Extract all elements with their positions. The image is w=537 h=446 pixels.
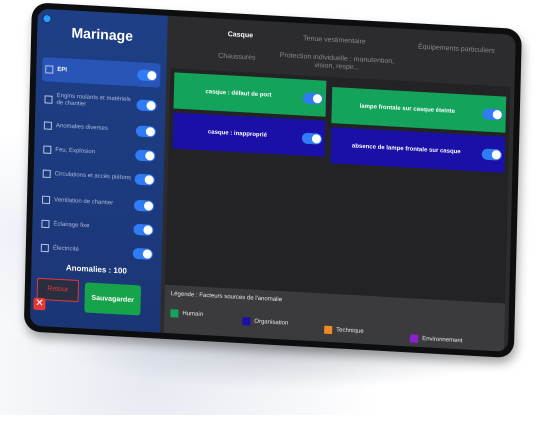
category-toggle[interactable] bbox=[136, 98, 157, 112]
anomaly-card[interactable]: casque : défaut de port bbox=[173, 72, 327, 117]
sidebar-item-label: Électricité bbox=[52, 244, 79, 253]
anomaly-toggle[interactable] bbox=[482, 107, 503, 121]
category-toggle[interactable] bbox=[134, 173, 155, 186]
sidebar-item-label: Feu, Explosion bbox=[55, 146, 96, 155]
legend-item-organisation: Organisation bbox=[242, 317, 288, 328]
tab-tenue-vestimentaire[interactable]: Tenue vestimentaire bbox=[289, 34, 379, 47]
legend-swatch bbox=[242, 317, 251, 326]
sidebar-item-label: Engins roulants et matériels de chantier bbox=[56, 92, 131, 108]
sidebar-item-label: Ventilation de chantier bbox=[53, 196, 114, 207]
anomaly-card[interactable]: lampe frontale sur casque éteinte bbox=[331, 87, 507, 133]
anomaly-card[interactable]: absence de lampe frontale sur casque bbox=[330, 127, 506, 173]
legend-item-technique: Technique bbox=[324, 325, 364, 336]
save-button[interactable]: Sauvagarder bbox=[84, 282, 142, 316]
close-icon[interactable]: ✕ bbox=[33, 297, 46, 311]
tab-equipements-particuliers[interactable]: Équipements particuliers bbox=[403, 43, 509, 57]
anomaly-card[interactable]: casque : inapproprié bbox=[172, 112, 326, 157]
tablet-device: Marinage EPI Engins roulants et matériel… bbox=[18, 0, 537, 446]
category-toggle[interactable] bbox=[137, 68, 158, 81]
anomaly-toggle[interactable] bbox=[301, 132, 323, 145]
sidebar-item-electricite[interactable]: Électricité bbox=[38, 236, 157, 267]
category-icon bbox=[44, 95, 53, 104]
anomaly-label: absence de lampe frontale sur casque bbox=[351, 143, 461, 156]
sidebar-item-engins[interactable]: Engins roulants et matériels de chantier bbox=[41, 87, 160, 118]
sidebar-item-label: Circulations et accès piétons bbox=[54, 170, 132, 181]
tab-chaussures[interactable]: Chaussures bbox=[205, 52, 269, 64]
category-icon bbox=[45, 65, 54, 74]
sidebar: Marinage EPI Engins roulants et matériel… bbox=[29, 8, 168, 333]
tablet-frame: Marinage EPI Engins roulants et matériel… bbox=[23, 2, 522, 359]
legend-item-humain: Humain bbox=[170, 309, 203, 319]
app-title: Marinage bbox=[71, 24, 134, 44]
category-toggle[interactable] bbox=[135, 149, 156, 162]
anomaly-label: casque : défaut de port bbox=[205, 89, 272, 99]
legend-label: Humain bbox=[182, 310, 204, 318]
legend-title: Légende : Facteurs sources de l'anomalie bbox=[170, 291, 283, 304]
legend-swatch bbox=[324, 325, 333, 335]
anomaly-grid: casque : défaut de port lampe frontale s… bbox=[165, 68, 511, 304]
legend-swatch bbox=[170, 309, 179, 318]
category-toggle[interactable] bbox=[133, 223, 154, 236]
category-icon bbox=[42, 169, 51, 179]
legend-label: Technique bbox=[336, 327, 364, 335]
category-icon bbox=[41, 219, 50, 229]
anomaly-toggle[interactable] bbox=[302, 91, 324, 105]
category-toggle[interactable] bbox=[135, 124, 157, 138]
category-icon bbox=[43, 121, 52, 130]
sidebar-item-epi[interactable]: EPI bbox=[42, 57, 161, 88]
category-icon bbox=[40, 243, 49, 253]
legend-item-environnement: Environnement bbox=[410, 334, 463, 345]
tab-protection-individuelle[interactable]: Protection individuelle : manutention, v… bbox=[275, 52, 399, 75]
sidebar-item-label: Anomalies diverses bbox=[55, 122, 109, 132]
category-icon bbox=[43, 145, 52, 154]
sidebar-item-circulations[interactable]: Circulations et accès piétons bbox=[39, 161, 158, 192]
anomaly-toggle[interactable] bbox=[481, 148, 502, 161]
anomaly-label: casque : inapproprié bbox=[207, 129, 268, 139]
anomaly-label: lampe frontale sur casque éteinte bbox=[359, 103, 456, 115]
category-toggle[interactable] bbox=[133, 199, 155, 212]
category-toggle[interactable] bbox=[132, 247, 153, 260]
sidebar-item-label: EPI bbox=[57, 66, 68, 73]
legend-label: Organisation bbox=[254, 318, 289, 327]
legend-swatch bbox=[410, 334, 419, 343]
app-screen: Marinage EPI Engins roulants et matériel… bbox=[29, 8, 516, 352]
legend-label: Environnement bbox=[422, 336, 463, 345]
tab-casque[interactable]: Casque bbox=[215, 30, 265, 41]
sidebar-item-label: Éclairage fixe bbox=[53, 220, 90, 229]
category-icon bbox=[41, 195, 51, 205]
